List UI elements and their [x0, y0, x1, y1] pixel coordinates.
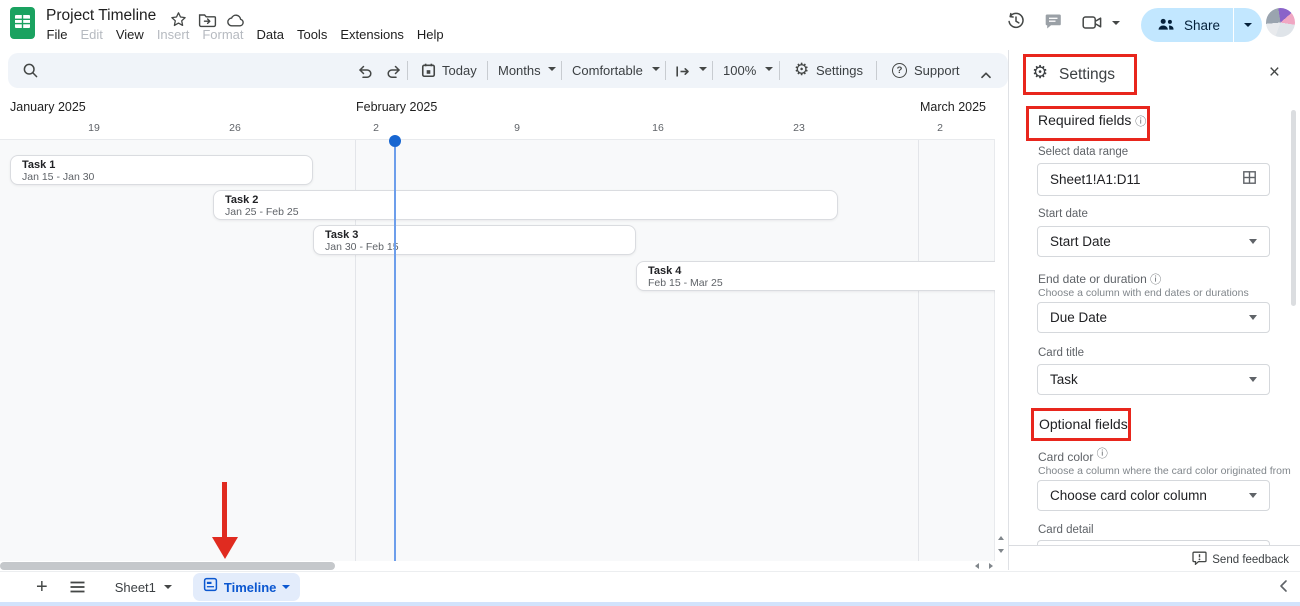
- timeline-card[interactable]: Task 1 Jan 15 - Jan 30: [10, 155, 313, 185]
- data-range-input[interactable]: Sheet1!A1:D11: [1037, 163, 1270, 196]
- gear-icon: ⚙: [1032, 63, 1048, 81]
- data-range-label: Select data range: [1038, 146, 1128, 158]
- today-marker-dot: [389, 135, 401, 147]
- horizontal-scrollbar-thumb[interactable]: [0, 562, 335, 570]
- card-color-select[interactable]: Choose card color column: [1037, 480, 1270, 511]
- timeline-cards: Task 1 Jan 15 - Jan 30 Task 2 Jan 25 - F…: [0, 0, 996, 561]
- end-date-label: End date or duration ⓘ: [1038, 271, 1161, 287]
- share-people-icon: [1157, 17, 1175, 34]
- card-title-value: Task: [1050, 372, 1249, 387]
- bottom-edge-strip: [0, 602, 1300, 606]
- card-color-value: Choose card color column: [1050, 488, 1249, 503]
- card-title: Task 3: [325, 229, 635, 241]
- share-label: Share: [1184, 18, 1220, 33]
- card-color-label: Card color ⓘ: [1038, 449, 1108, 465]
- chevron-down-icon: [1249, 377, 1257, 382]
- chevron-down-icon: [1249, 239, 1257, 244]
- collapse-panel-icon[interactable]: [1278, 579, 1288, 598]
- all-sheets-menu-icon[interactable]: [70, 581, 85, 593]
- timeline-card[interactable]: Task 2 Jan 25 - Feb 25: [213, 190, 838, 220]
- sheet1-tab-label: Sheet1: [115, 580, 156, 595]
- add-sheet-button[interactable]: +: [36, 577, 48, 597]
- optional-fields-header: Optional fields: [1039, 416, 1128, 432]
- account-avatar[interactable]: [1266, 8, 1295, 37]
- card-dates: Jan 25 - Feb 25: [225, 206, 837, 219]
- grid-range-picker-icon[interactable]: [1242, 170, 1257, 190]
- chevron-down-icon: [164, 585, 172, 589]
- card-title: Task 1: [22, 159, 312, 171]
- chevron-down-icon: [1249, 315, 1257, 320]
- video-call-dropdown-icon[interactable]: [1112, 21, 1120, 25]
- video-call-icon[interactable]: [1082, 15, 1103, 35]
- end-date-value: Due Date: [1050, 310, 1249, 325]
- timeline-card[interactable]: Task 4 Feb 15 - Mar 25: [636, 261, 996, 291]
- vertical-scroll-gutter: [995, 90, 1008, 571]
- today-marker-line: [394, 147, 396, 561]
- scroll-right-icon[interactable]: [989, 563, 993, 569]
- share-button-group: Share: [1141, 8, 1262, 42]
- share-dropdown-button[interactable]: [1233, 8, 1262, 42]
- timeline-tab-icon: [203, 577, 218, 597]
- feedback-bar: Send feedback: [1009, 545, 1300, 570]
- timeline-card[interactable]: Task 3 Jan 30 - Feb 15: [313, 225, 636, 255]
- tab-timeline-active[interactable]: Timeline: [193, 573, 301, 601]
- end-date-select[interactable]: Due Date: [1037, 302, 1270, 333]
- sheet-bar: + Sheet1 Timeline: [0, 571, 1300, 602]
- card-detail-label: Card detail: [1038, 524, 1094, 536]
- timeline-tab-label: Timeline: [224, 580, 277, 595]
- scroll-left-icon[interactable]: [975, 563, 979, 569]
- share-button[interactable]: Share: [1141, 8, 1233, 42]
- comment-icon[interactable]: [1044, 13, 1063, 35]
- scroll-up-icon[interactable]: [998, 536, 1004, 540]
- settings-panel: ⚙ Settings × Required fields ⓘ Select da…: [1008, 50, 1300, 570]
- required-fields-header: Required fields ⓘ: [1038, 112, 1146, 129]
- feedback-icon: [1192, 551, 1207, 568]
- version-history-icon[interactable]: [1006, 11, 1026, 36]
- info-icon[interactable]: ⓘ: [1097, 448, 1108, 460]
- chevron-down-icon: [282, 585, 290, 589]
- chevron-down-icon: [1249, 493, 1257, 498]
- google-sheets-timeline-app: Project Timeline FileEditViewInsertForma…: [0, 0, 1300, 606]
- data-range-value: Sheet1!A1:D11: [1050, 172, 1242, 187]
- card-title: Task 4: [648, 265, 996, 277]
- card-title-select[interactable]: Task: [1037, 364, 1270, 395]
- card-title-label: Card title: [1038, 347, 1084, 359]
- tab-sheet1[interactable]: Sheet1: [115, 580, 172, 595]
- start-date-value: Start Date: [1050, 234, 1249, 249]
- start-date-label: Start date: [1038, 208, 1088, 220]
- info-icon[interactable]: ⓘ: [1150, 274, 1161, 286]
- panel-scrollbar-thumb[interactable]: [1291, 110, 1296, 306]
- start-date-select[interactable]: Start Date: [1037, 226, 1270, 257]
- end-date-helper: Choose a column with end dates or durati…: [1038, 287, 1249, 299]
- close-icon[interactable]: ×: [1269, 62, 1280, 84]
- horizontal-scrollbar[interactable]: [0, 561, 995, 571]
- send-feedback-label: Send feedback: [1212, 554, 1289, 566]
- card-dates: Jan 15 - Jan 30: [22, 171, 312, 184]
- card-title: Task 2: [225, 194, 837, 206]
- info-icon[interactable]: ⓘ: [1135, 116, 1146, 128]
- settings-panel-title: Settings: [1059, 66, 1115, 84]
- card-dates: Jan 30 - Feb 15: [325, 241, 635, 254]
- scroll-down-icon[interactable]: [998, 549, 1004, 553]
- card-color-helper: Choose a column where the card color ori…: [1038, 465, 1291, 477]
- chevron-down-icon: [1244, 23, 1252, 27]
- card-dates: Feb 15 - Mar 25: [648, 277, 996, 290]
- send-feedback-button[interactable]: Send feedback: [1192, 551, 1289, 568]
